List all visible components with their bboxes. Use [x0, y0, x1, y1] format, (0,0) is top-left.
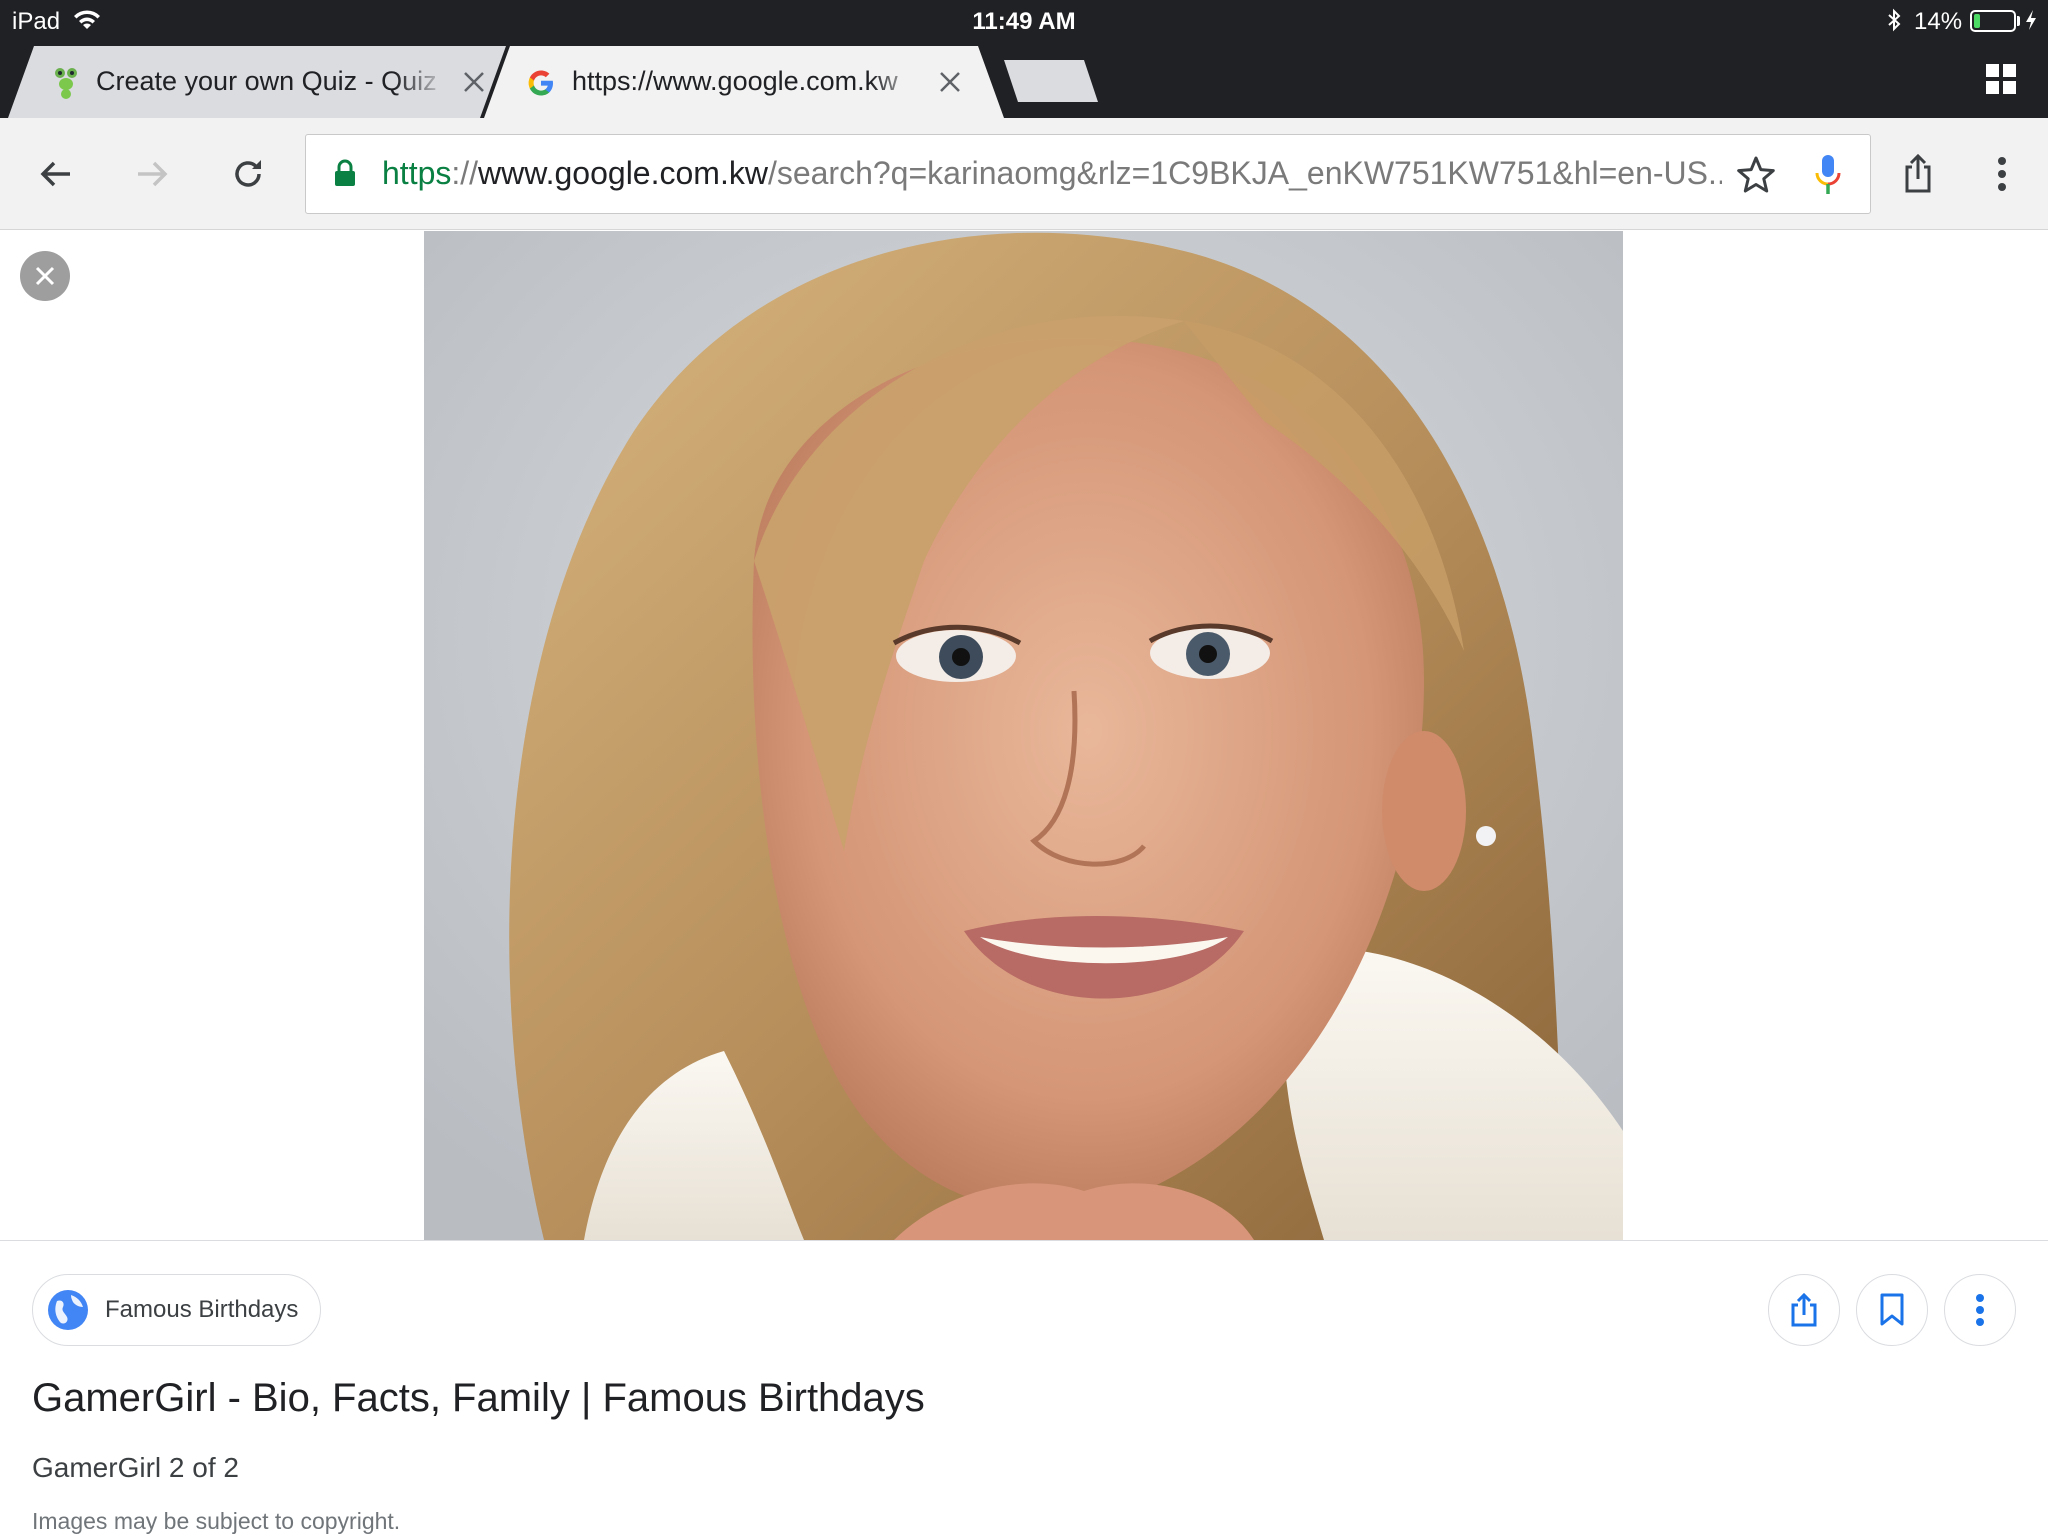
- close-tab-icon[interactable]: [936, 68, 964, 96]
- tab-quiz[interactable]: Create your own Quiz - Quiz: [8, 46, 506, 118]
- more-vert-icon: [1998, 157, 2006, 191]
- reload-button[interactable]: [222, 148, 274, 200]
- share-icon: [1791, 1292, 1817, 1327]
- share-button[interactable]: [1892, 148, 1944, 200]
- reload-icon: [235, 160, 261, 187]
- tab-google-active[interactable]: https://www.google.com.kw: [484, 46, 1004, 118]
- save-result-button[interactable]: [1856, 1274, 1928, 1346]
- battery-percent: 14%: [1914, 8, 1963, 35]
- status-bar: iPad 11:49 AM 14%: [0, 0, 2048, 40]
- bookmark-icon: [1880, 1293, 1904, 1326]
- back-button[interactable]: [30, 148, 82, 200]
- more-vert-icon: [1976, 1294, 1984, 1326]
- charging-bolt-icon: [2026, 10, 2036, 30]
- new-tab-button[interactable]: [1004, 60, 1098, 102]
- source-chip[interactable]: Famous Birthdays: [32, 1274, 322, 1346]
- browser-toolbar: https://www.google.com.kw/search?q=karin…: [0, 118, 2048, 230]
- copyright-note: Images may be subject to copyright.: [32, 1508, 401, 1534]
- battery-icon: [1970, 10, 2016, 32]
- url-separator: ://: [451, 155, 479, 191]
- tab-title: Create your own Quiz - Quiz: [96, 66, 437, 96]
- result-photo[interactable]: [424, 231, 1623, 1240]
- result-subtitle: GamerGirl 2 of 2: [32, 1452, 239, 1483]
- back-icon: [40, 161, 70, 187]
- share-result-button[interactable]: [1768, 1274, 1840, 1346]
- status-time: 11:49 AM: [972, 8, 1076, 35]
- image-viewer: [0, 231, 2048, 1240]
- globe-icon: [48, 1290, 88, 1330]
- more-result-button[interactable]: [1944, 1274, 2016, 1346]
- tab-strip: iPad 11:49 AM 14% Create your own Quiz -…: [0, 0, 2048, 118]
- address-bar[interactable]: https://www.google.com.kw/search?q=karin…: [305, 134, 1871, 214]
- url-scheme: https: [382, 155, 452, 191]
- result-title[interactable]: GamerGirl - Bio, Facts, Family | Famous …: [32, 1376, 925, 1421]
- url-text[interactable]: https://www.google.com.kw/search?q=karin…: [382, 155, 1722, 192]
- quiz-mascot-favicon: [55, 68, 77, 99]
- lock-icon: [335, 159, 355, 186]
- google-g-favicon: [528, 70, 553, 96]
- close-viewer-button[interactable]: [20, 251, 70, 301]
- source-name: Famous Birthdays: [105, 1296, 299, 1323]
- tab-title: https://www.google.com.kw: [572, 66, 898, 96]
- url-path: /search?q=karinaomg&rlz=1C9BKJA_enKW751K…: [767, 155, 1722, 191]
- more-menu-button[interactable]: [1976, 148, 2028, 200]
- battery-level: [1974, 14, 1980, 28]
- close-icon: [35, 266, 55, 286]
- forward-button[interactable]: [126, 148, 178, 200]
- url-host: www.google.com.kw: [478, 155, 768, 191]
- panel-divider: [0, 1240, 2048, 1241]
- bluetooth-icon: [1888, 8, 1901, 32]
- battery-nub: [2017, 16, 2020, 26]
- forward-icon: [138, 161, 168, 187]
- tab-switcher-icon[interactable]: [1986, 64, 2016, 94]
- portrait-illustration: [424, 231, 1623, 1240]
- star-icon[interactable]: [1734, 153, 1778, 197]
- share-icon: [1905, 153, 1931, 193]
- mic-icon[interactable]: [1810, 151, 1846, 199]
